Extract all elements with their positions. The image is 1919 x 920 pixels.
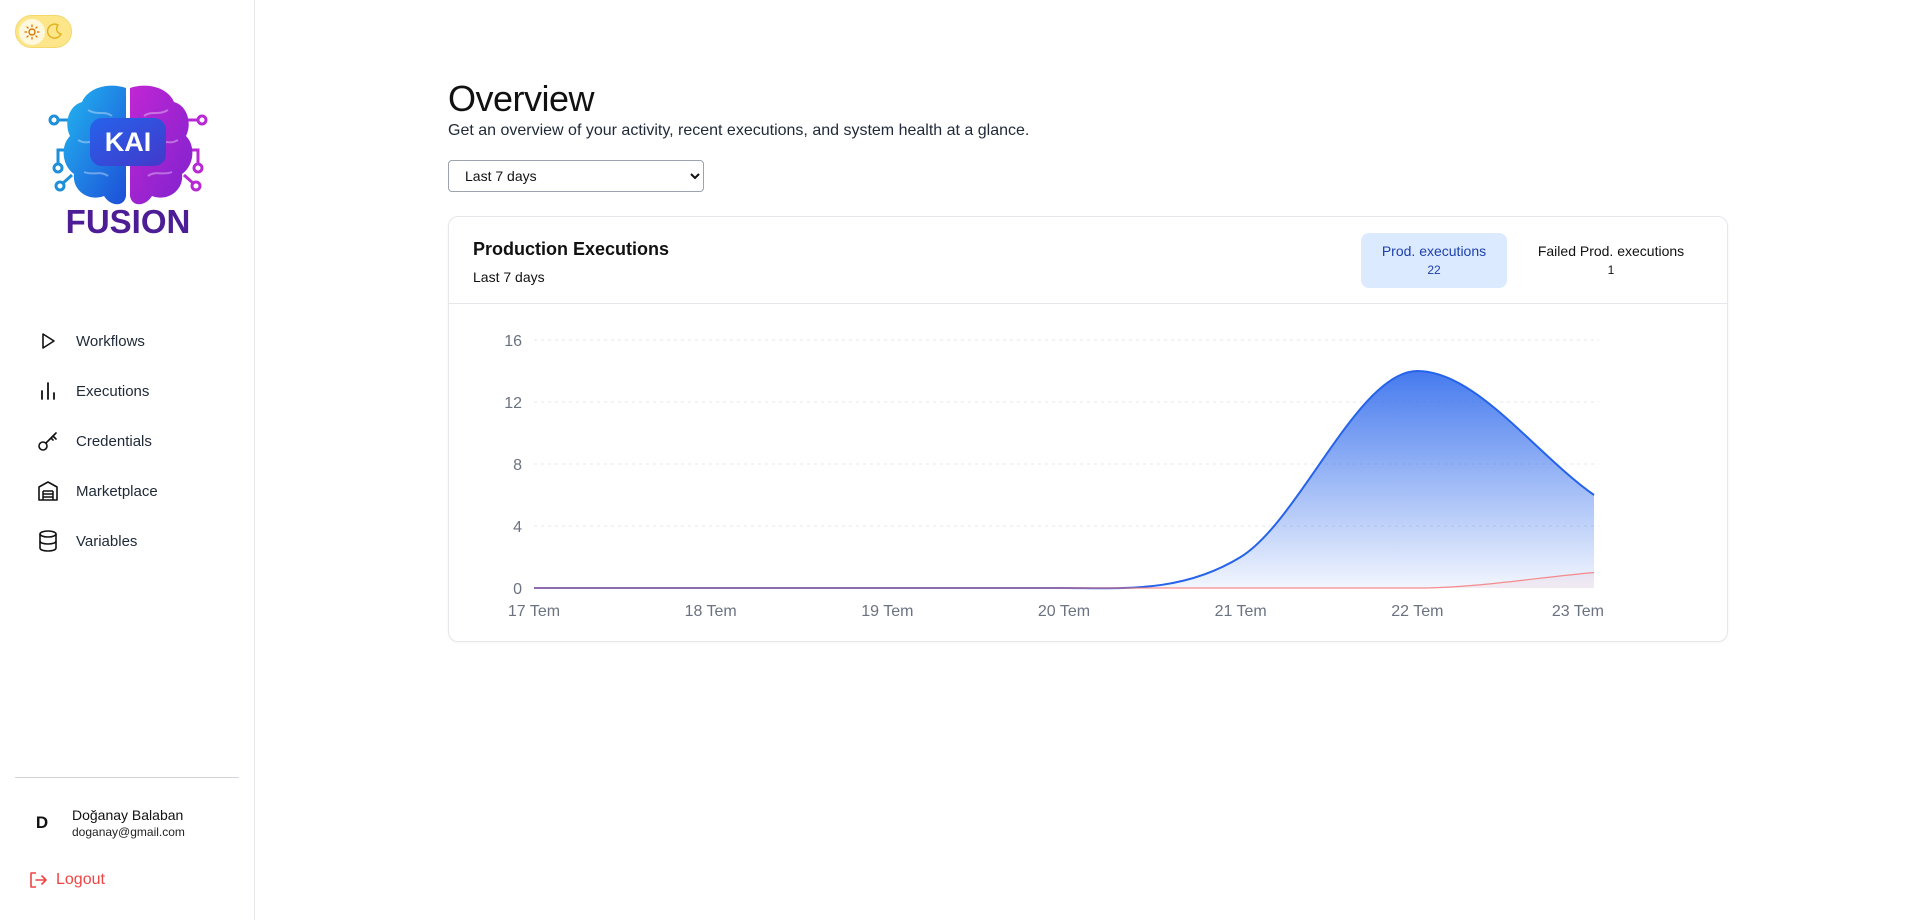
y-tick-label: 0 bbox=[513, 581, 522, 598]
sidebar-item-workflows[interactable]: Workflows bbox=[28, 316, 238, 366]
x-tick-label: 23 Tem bbox=[1552, 603, 1604, 620]
sidebar-item-variables[interactable]: Variables bbox=[28, 516, 238, 566]
sidebar-item-label: Credentials bbox=[76, 432, 152, 450]
y-tick-label: 8 bbox=[513, 457, 522, 474]
logo-text-fusion: FUSION bbox=[66, 203, 191, 240]
logout-button[interactable]: Logout bbox=[28, 870, 105, 890]
y-tick-label: 16 bbox=[504, 333, 522, 350]
card-header: Production Executions Last 7 days Prod. … bbox=[449, 217, 1727, 304]
sidebar-item-label: Marketplace bbox=[76, 482, 158, 500]
user-email: doganay@gmail.com bbox=[72, 825, 185, 839]
sidebar-item-executions[interactable]: Executions bbox=[28, 366, 238, 416]
database-icon bbox=[36, 529, 60, 553]
sidebar-item-label: Executions bbox=[76, 382, 150, 400]
tab-failed-prod-executions[interactable]: Failed Prod. executions 1 bbox=[1519, 233, 1703, 288]
tab-label: Failed Prod. executions bbox=[1537, 243, 1685, 259]
y-tick-label: 4 bbox=[513, 519, 522, 536]
kai-fusion-logo: KAI FUSION bbox=[48, 80, 208, 240]
play-icon bbox=[36, 329, 60, 353]
moon-icon bbox=[46, 23, 62, 39]
sidebar-item-label: Workflows bbox=[76, 332, 145, 350]
card-subtitle: Last 7 days bbox=[473, 269, 545, 285]
series-area-prod-executions bbox=[534, 371, 1594, 589]
user-name: Doğanay Balaban bbox=[72, 807, 184, 823]
theme-toggle[interactable] bbox=[15, 15, 72, 48]
sidebar-item-label: Variables bbox=[76, 532, 138, 550]
logo-text-kai: KAI bbox=[105, 127, 152, 157]
sidebar-item-marketplace[interactable]: Marketplace bbox=[28, 466, 238, 516]
avatar: D bbox=[35, 813, 49, 832]
sidebar-nav: Workflows Executions Credentials Marketp… bbox=[28, 316, 238, 566]
y-tick-label: 12 bbox=[504, 395, 522, 412]
sidebar-item-credentials[interactable]: Credentials bbox=[28, 416, 238, 466]
x-tick-label: 21 Tem bbox=[1215, 603, 1267, 620]
x-tick-label: 19 Tem bbox=[861, 603, 913, 620]
x-tick-label: 20 Tem bbox=[1038, 603, 1090, 620]
x-tick-label: 22 Tem bbox=[1391, 603, 1443, 620]
card-title: Production Executions bbox=[473, 239, 670, 259]
logout-icon bbox=[30, 872, 47, 888]
page-title: Overview bbox=[448, 78, 595, 119]
logout-label: Logout bbox=[56, 871, 105, 888]
production-executions-card: Production Executions Last 7 days Prod. … bbox=[448, 216, 1728, 642]
tab-value: 22 bbox=[1427, 263, 1441, 277]
date-range-select[interactable]: Last 7 days bbox=[448, 160, 704, 192]
sidebar: KAI FUSION Workflows Executions Credenti… bbox=[0, 0, 255, 920]
key-icon bbox=[36, 429, 60, 453]
executions-area-chart: 0 4 8 12 16 17 Tem 18 Tem 19 Tem 20 Tem 21 Tem 22 … bbox=[504, 333, 1604, 620]
tab-prod-executions[interactable]: Prod. executions 22 bbox=[1361, 233, 1507, 288]
tab-label: Prod. executions bbox=[1381, 243, 1487, 259]
page-subtitle: Get an overview of your activity, recent… bbox=[448, 122, 1030, 139]
user-profile[interactable]: D Doğanay Balaban doganay@gmail.com bbox=[28, 806, 185, 840]
sun-icon bbox=[19, 19, 45, 45]
sidebar-divider bbox=[15, 777, 239, 778]
bar-chart-icon bbox=[36, 379, 60, 403]
store-icon bbox=[36, 479, 60, 503]
tab-value: 1 bbox=[1607, 263, 1615, 277]
x-tick-label: 18 Tem bbox=[685, 603, 737, 620]
x-tick-label: 17 Tem bbox=[508, 603, 560, 620]
